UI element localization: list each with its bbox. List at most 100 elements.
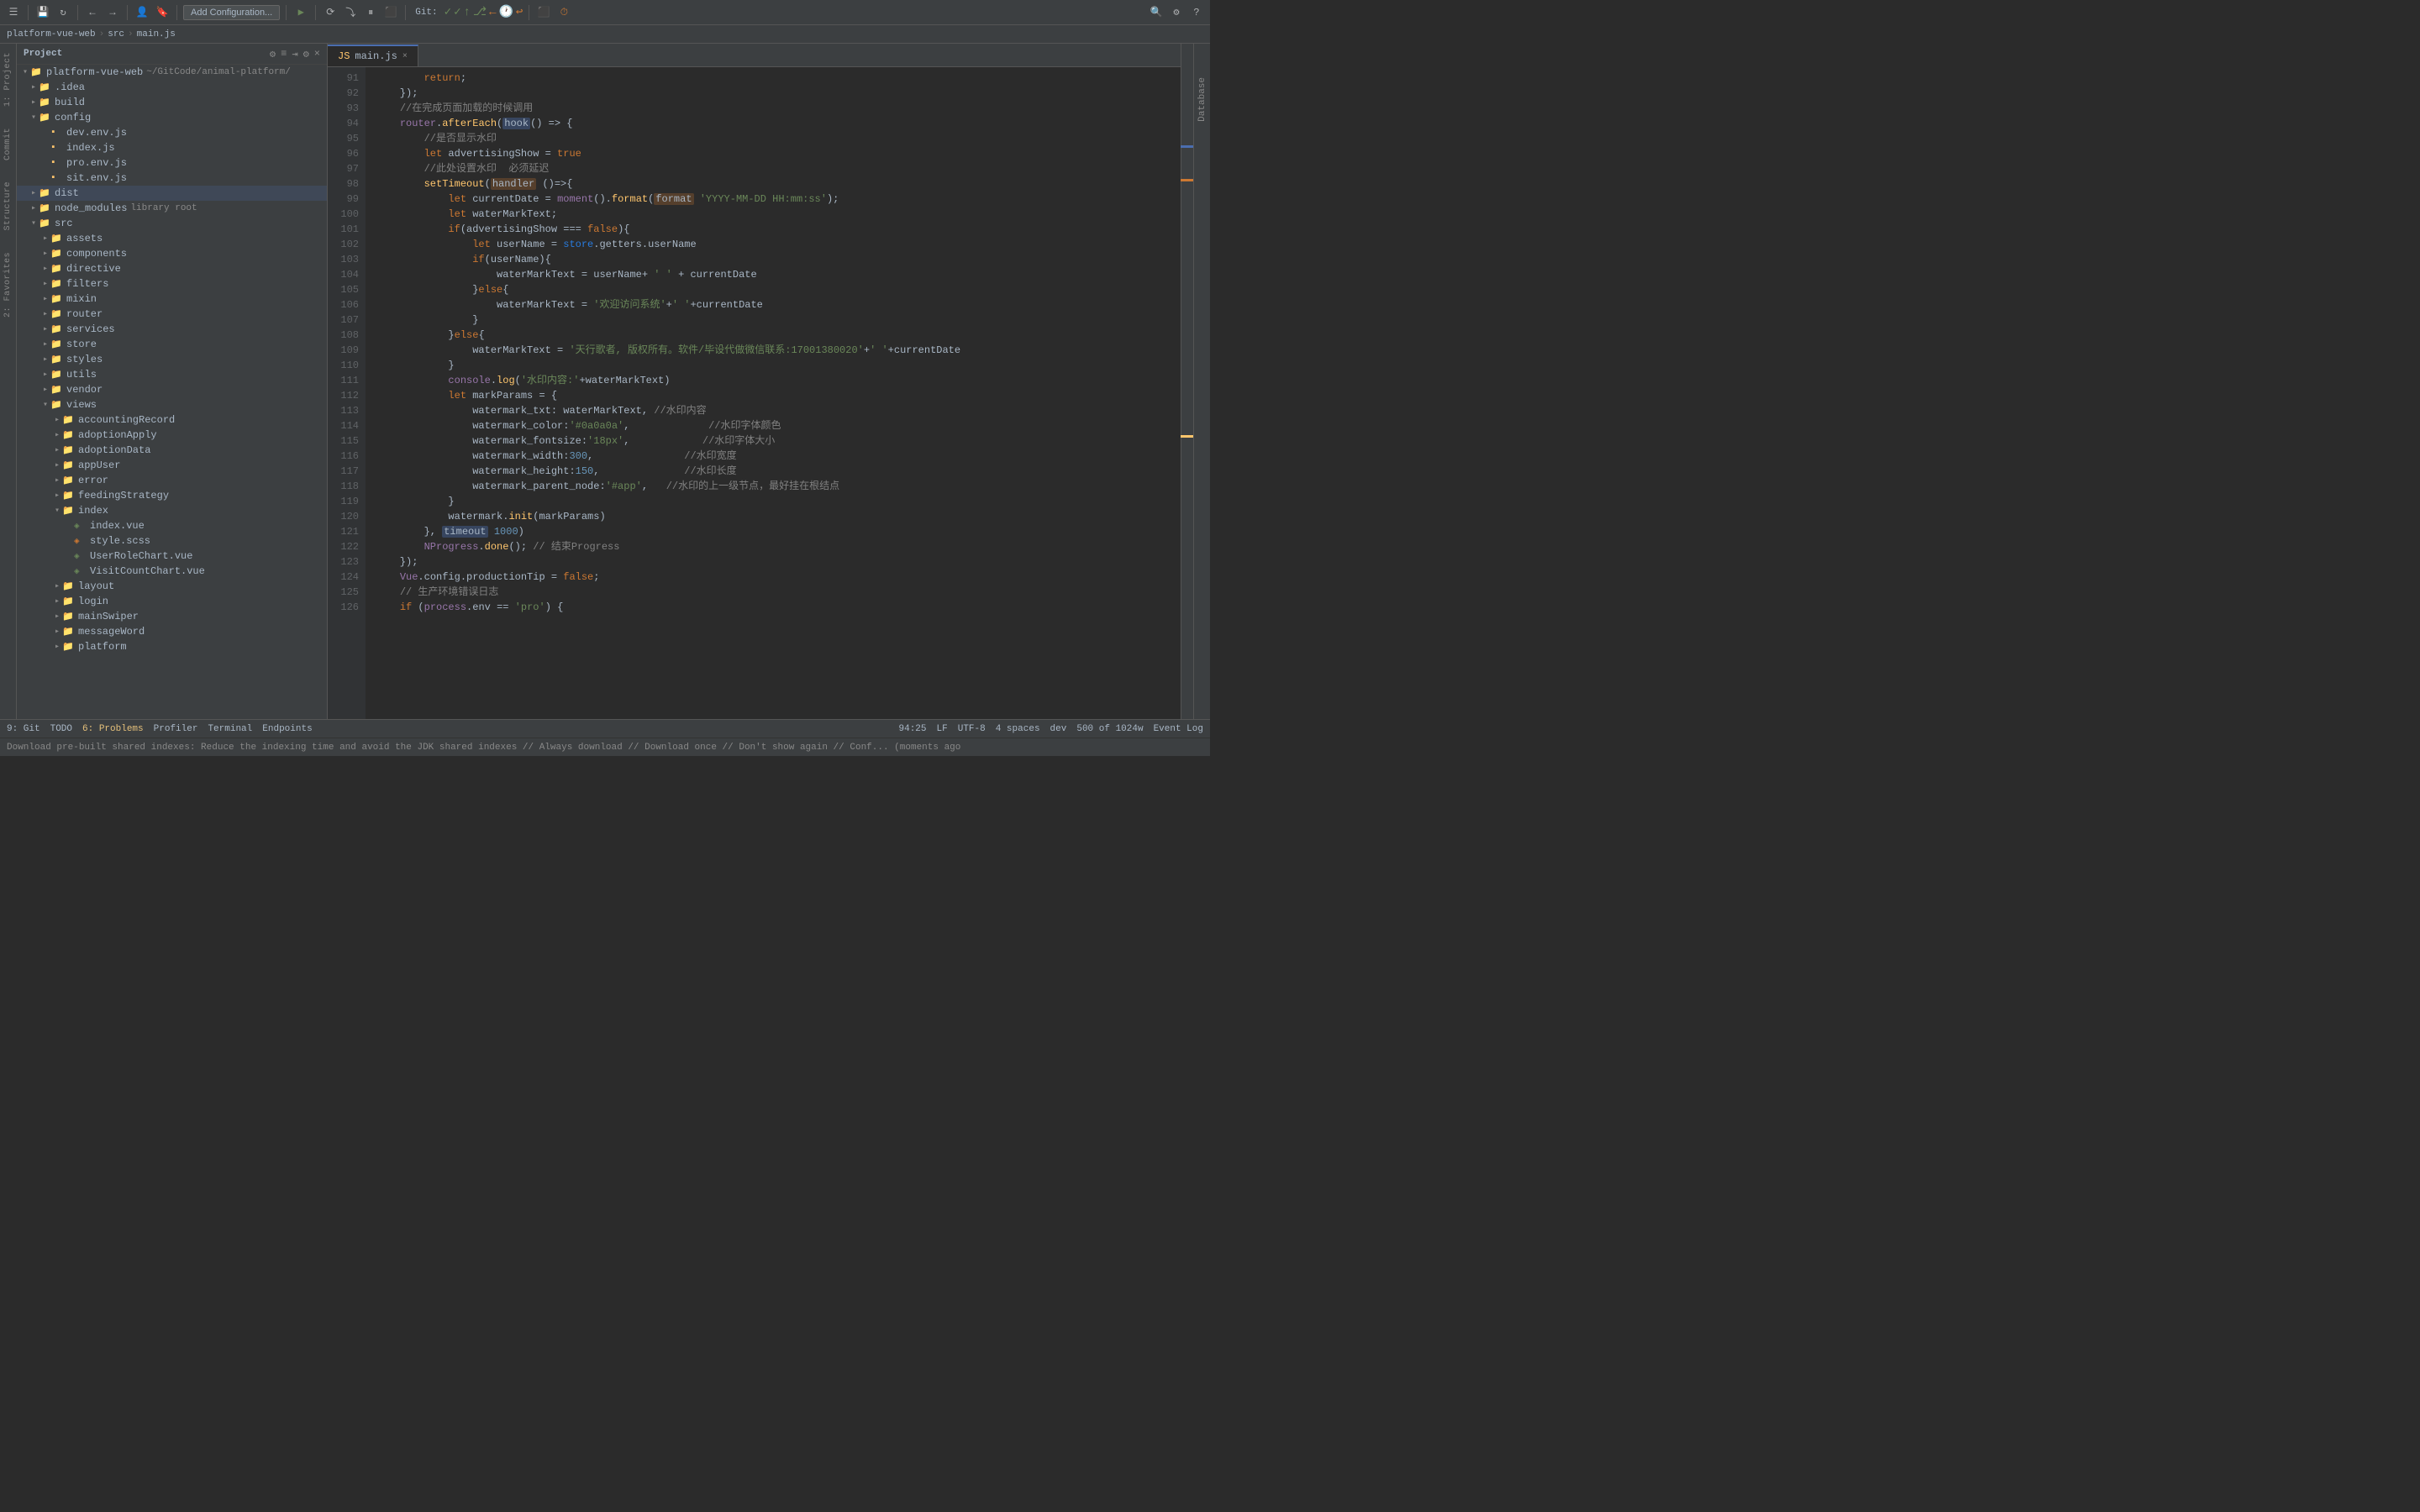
tree-gear-icon[interactable]: ⚙ bbox=[303, 48, 309, 60]
search-everywhere-icon[interactable]: 🔍 bbox=[1148, 4, 1165, 21]
project-tree: Project ⚙ ≡ ⇥ ⚙ × 📁 platform-vue-web ~/G… bbox=[17, 44, 328, 719]
folder-icon: 📁 bbox=[50, 293, 64, 305]
terminal-status[interactable]: Terminal bbox=[208, 724, 252, 734]
tree-item[interactable]: 📁login bbox=[17, 594, 327, 609]
js-icon: ▪ bbox=[50, 143, 64, 153]
git-pull-icon[interactable]: ← bbox=[489, 6, 496, 19]
tree-item[interactable]: ▪index.js bbox=[17, 140, 327, 155]
profiler-status[interactable]: Profiler bbox=[154, 724, 198, 734]
tree-item[interactable]: 📁mainSwiper bbox=[17, 609, 327, 624]
tree-settings-icon[interactable]: ⚙ bbox=[270, 48, 276, 60]
tree-item[interactable]: ▪pro.env.js bbox=[17, 155, 327, 171]
help-icon[interactable]: ? bbox=[1188, 4, 1205, 21]
event-log-status[interactable]: Event Log bbox=[1154, 724, 1203, 734]
structure-panel-label[interactable]: Structure bbox=[3, 181, 13, 231]
tree-item[interactable]: ◈UserRoleChart.vue bbox=[17, 549, 327, 564]
favorites-panel-label[interactable]: 2: Favorites bbox=[3, 252, 13, 318]
tree-item[interactable]: 📁filters bbox=[17, 276, 327, 291]
tree-item[interactable]: 📁components bbox=[17, 246, 327, 261]
tree-close-icon[interactable]: × bbox=[314, 48, 320, 60]
breadcrumb-src[interactable]: src bbox=[108, 29, 124, 39]
tree-item[interactable]: 📁router bbox=[17, 307, 327, 322]
commit-panel-label[interactable]: Commit bbox=[3, 128, 13, 160]
tree-item[interactable]: 📁vendor bbox=[17, 382, 327, 397]
tree-item[interactable]: 📁utils bbox=[17, 367, 327, 382]
tree-item[interactable]: 📁mixin bbox=[17, 291, 327, 307]
code-content[interactable]: return; }); //在完成页面加载的时候调用 router.afterE… bbox=[366, 67, 1181, 719]
settings-icon[interactable]: ⚙ bbox=[1168, 4, 1185, 21]
code-line: let currentDate = moment().format(format… bbox=[376, 192, 1181, 207]
tree-item-label: .idea bbox=[55, 81, 85, 93]
toolbar-mark-icon[interactable]: 🔖 bbox=[154, 4, 171, 21]
right-scrollbar-panel[interactable] bbox=[1181, 44, 1193, 719]
tree-item[interactable]: 📁accountingRecord bbox=[17, 412, 327, 428]
step-icon[interactable]: ⤵ bbox=[342, 4, 359, 21]
git-check2-icon[interactable]: ✓ bbox=[454, 5, 460, 19]
git-clock-icon[interactable]: 🕐 bbox=[498, 5, 513, 19]
tree-item[interactable]: 📁adoptionData bbox=[17, 443, 327, 458]
tree-item[interactable]: ◈VisitCountChart.vue bbox=[17, 564, 327, 579]
code-line: watermark_parent_node:'#app', //水印的上一级节点… bbox=[376, 479, 1181, 494]
toolbar-forward-icon[interactable]: → bbox=[104, 4, 121, 21]
tree-item[interactable]: 📁feedingStrategy bbox=[17, 488, 327, 503]
git-check-icon[interactable]: ✓ bbox=[445, 5, 451, 19]
tree-item[interactable]: 📁assets bbox=[17, 231, 327, 246]
tree-item[interactable]: 📁build bbox=[17, 95, 327, 110]
tree-item[interactable]: 📁adoptionApply bbox=[17, 428, 327, 443]
toolbar-back-icon[interactable]: ← bbox=[84, 4, 101, 21]
folder-icon: 📁 bbox=[50, 399, 64, 411]
tree-layout-icon[interactable]: ≡ bbox=[281, 48, 287, 60]
tree-item[interactable]: 📁src bbox=[17, 216, 327, 231]
breadcrumb-project[interactable]: platform-vue-web bbox=[7, 29, 96, 39]
tree-item[interactable]: 📁directive bbox=[17, 261, 327, 276]
git-status[interactable]: 9: Git bbox=[7, 724, 40, 734]
tab-main-js[interactable]: JS main.js × bbox=[328, 45, 418, 66]
breadcrumb-file[interactable]: main.js bbox=[137, 29, 176, 39]
tree-item[interactable]: 📁services bbox=[17, 322, 327, 337]
tree-item[interactable]: 📁error bbox=[17, 473, 327, 488]
profiler-icon[interactable]: ⏱ bbox=[555, 4, 572, 21]
tree-arrow-icon bbox=[40, 309, 50, 319]
tree-root[interactable]: 📁 platform-vue-web ~/GitCode/animal-plat… bbox=[17, 65, 327, 80]
tree-item[interactable]: 📁styles bbox=[17, 352, 327, 367]
toolbar-save-icon[interactable]: 💾 bbox=[34, 4, 51, 21]
toolbar-menu-icon[interactable]: ☰ bbox=[5, 4, 22, 21]
tree-item[interactable]: 📁store bbox=[17, 337, 327, 352]
tree-item[interactable]: 📁messageWord bbox=[17, 624, 327, 639]
run-icon[interactable]: ▶ bbox=[292, 4, 309, 21]
coverage-icon[interactable]: ⬛ bbox=[535, 4, 552, 21]
tree-item[interactable]: 📁views bbox=[17, 397, 327, 412]
tree-item[interactable]: 📁dist bbox=[17, 186, 327, 201]
endpoints-status[interactable]: Endpoints bbox=[262, 724, 312, 734]
tab-close-button[interactable]: × bbox=[402, 52, 408, 61]
git-undo-icon[interactable]: ↩ bbox=[516, 5, 523, 19]
tree-arrow-icon bbox=[52, 491, 62, 501]
toolbar-user-icon[interactable]: 👤 bbox=[134, 4, 150, 21]
problems-status[interactable]: 6: Problems bbox=[82, 724, 144, 734]
tree-item[interactable]: 📁index bbox=[17, 503, 327, 518]
tree-item[interactable]: ▪sit.env.js bbox=[17, 171, 327, 186]
notification-text: Download pre-built shared indexes: Reduc… bbox=[7, 743, 960, 753]
tree-arrow-icon bbox=[40, 324, 50, 334]
tree-item[interactable]: ◈index.vue bbox=[17, 518, 327, 533]
pause-icon[interactable]: ⏸ bbox=[362, 4, 379, 21]
git-push-icon[interactable]: ↑ bbox=[464, 6, 471, 19]
tree-item[interactable]: 📁platform bbox=[17, 639, 327, 654]
tree-item[interactable]: 📁appUser bbox=[17, 458, 327, 473]
tree-item[interactable]: 📁layout bbox=[17, 579, 327, 594]
toolbar-sync-icon[interactable]: ↻ bbox=[55, 4, 71, 21]
tree-item[interactable]: ▪dev.env.js bbox=[17, 125, 327, 140]
todo-status[interactable]: TODO bbox=[50, 724, 72, 734]
folder-icon: 📁 bbox=[62, 505, 76, 517]
add-config-button[interactable]: Add Configuration... bbox=[183, 5, 280, 20]
rerun-icon[interactable]: ⟳ bbox=[322, 4, 339, 21]
tree-collapse-icon[interactable]: ⇥ bbox=[292, 48, 297, 60]
git-branch-icon[interactable]: ⎇ bbox=[473, 5, 487, 19]
tree-item[interactable]: ◈style.scss bbox=[17, 533, 327, 549]
tree-item[interactable]: 📁config bbox=[17, 110, 327, 125]
tree-item[interactable]: 📁node_moduleslibrary root bbox=[17, 201, 327, 216]
stop-icon[interactable]: ⬛ bbox=[382, 4, 399, 21]
database-tab[interactable]: Database bbox=[1197, 77, 1207, 122]
tree-item[interactable]: 📁.idea bbox=[17, 80, 327, 95]
project-panel-label[interactable]: 1: Project bbox=[3, 52, 13, 107]
